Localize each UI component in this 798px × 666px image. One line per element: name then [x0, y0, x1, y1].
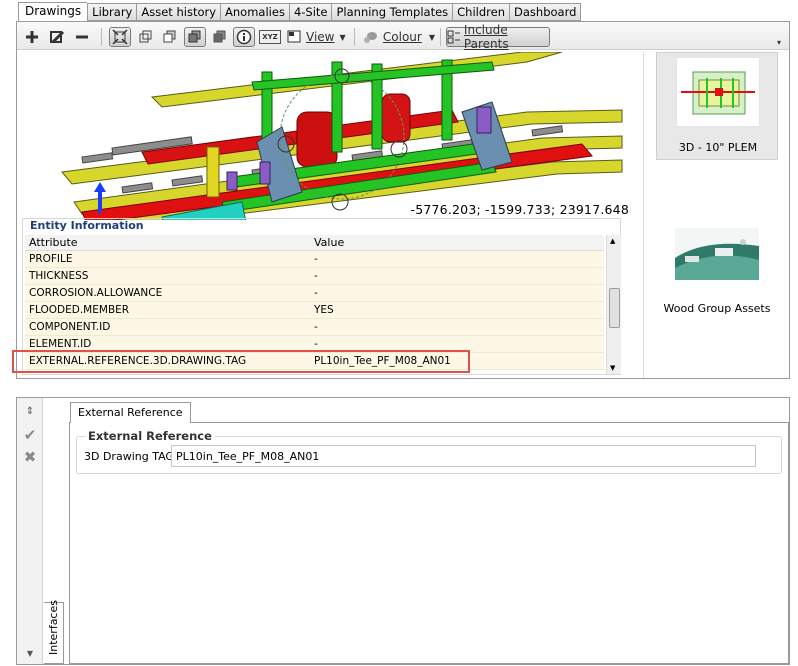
chevron-down-icon: ▼: [339, 32, 346, 42]
toolbar-separator: [354, 28, 355, 46]
close-icon[interactable]: ✖: [21, 448, 39, 466]
drawing-tag-label: 3D Drawing TAG:: [84, 450, 178, 463]
info-icon: [236, 29, 252, 45]
remove-button[interactable]: [73, 27, 91, 47]
tab-planning-templates[interactable]: Planning Templates: [331, 3, 453, 21]
fit-view-icon: [112, 29, 128, 45]
hidden-line-view-button[interactable]: [161, 27, 179, 47]
external-reference-group: External Reference 3D Drawing TAG:: [76, 429, 782, 474]
tab-dashboard[interactable]: Dashboard: [509, 3, 582, 21]
tab-external-reference[interactable]: External Reference: [70, 402, 191, 423]
attribute-cell: COMPONENT.ID: [29, 321, 111, 333]
chevron-down-icon[interactable]: ▼: [21, 644, 39, 662]
table-row[interactable]: CORROSION.ALLOWANCE -: [25, 285, 604, 302]
interfaces-tab-label: Interfaces: [47, 600, 60, 655]
tab-library[interactable]: Library: [87, 3, 137, 21]
value-cell: YES: [314, 304, 334, 316]
toolbar-overflow-chevron-icon[interactable]: ▾: [773, 32, 785, 52]
view-label: View: [306, 30, 335, 44]
attribute-cell: CORROSION.ALLOWANCE: [29, 287, 163, 299]
paint-bucket-icon: [364, 32, 377, 43]
tab-4-site[interactable]: 4-Site: [288, 3, 332, 21]
plem-3d-model: [61, 52, 623, 220]
solid-view-button[interactable]: [211, 27, 229, 47]
selection-highlight-box: [12, 350, 470, 373]
drawings-panel: XYZ View ▼ Colour ▼ Include Parents ▾ -5…: [16, 21, 790, 379]
tab-asset-history[interactable]: Asset history: [136, 3, 221, 21]
column-header-attribute[interactable]: Attribute: [25, 235, 310, 250]
value-cell: -: [314, 270, 318, 282]
check-icon[interactable]: ✔: [21, 426, 39, 444]
value-cell: -: [314, 287, 318, 299]
value-cell: -: [314, 321, 318, 333]
plus-icon: [26, 31, 38, 43]
3d-viewport[interactable]: -5776.203; -1599.733; 23917.648: [22, 52, 635, 220]
details-sidebar: ⇕ ✔ ✖ ▼: [17, 398, 43, 664]
fit-view-button[interactable]: [109, 27, 131, 47]
info-button[interactable]: [233, 27, 255, 47]
external-reference-body: External Reference 3D Drawing TAG:: [69, 422, 789, 664]
hierarchy-checklist-icon: [447, 30, 460, 44]
tab-drawings[interactable]: Drawings: [18, 2, 88, 22]
tab-children[interactable]: Children: [452, 3, 510, 21]
main-tabbar: Drawings Library Asset history Anomalies…: [18, 2, 582, 22]
scroll-up-icon[interactable]: ▲: [610, 237, 615, 245]
value-cell: -: [314, 253, 318, 265]
add-button[interactable]: [23, 27, 41, 47]
table-row[interactable]: THICKNESS -: [25, 268, 604, 285]
drawings-thumbnail-list: 3D - 10" PLEM Wood Group Assets: [643, 52, 789, 378]
tab-interfaces[interactable]: Interfaces: [44, 600, 64, 664]
cube-shaded-icon: [188, 30, 201, 43]
minus-icon: [76, 35, 88, 39]
attribute-cell: FLOODED.MEMBER: [29, 304, 130, 316]
scrollbar-thumb[interactable]: [609, 288, 620, 328]
cube-wireframe-icon: [139, 30, 152, 43]
details-panel: ⇕ ✔ ✖ ▼ Interfaces External Reference Ex…: [16, 397, 790, 665]
chevron-down-icon: ▼: [428, 32, 435, 42]
include-parents-toggle[interactable]: Include Parents: [446, 23, 550, 51]
table-row[interactable]: FLOODED.MEMBER YES: [25, 302, 604, 319]
table-row[interactable]: COMPONENT.ID -: [25, 319, 604, 336]
group-title: External Reference: [85, 429, 215, 443]
toolbar-separator: [101, 28, 102, 46]
colour-dropdown[interactable]: Colour ▼: [363, 27, 435, 47]
drawing-toolbar: XYZ View ▼ Colour ▼ Include Parents ▾: [17, 22, 789, 52]
view-dropdown[interactable]: View ▼: [287, 27, 347, 47]
toolbar-separator: [440, 28, 441, 46]
cube-solid-icon: [213, 30, 226, 43]
pencil-slash-icon: [50, 30, 65, 44]
grid-scrollbar[interactable]: ▲ ▼: [606, 235, 621, 374]
cursor-coordinates: -5776.203; -1599.733; 23917.648: [410, 202, 629, 217]
shaded-view-button[interactable]: [184, 27, 206, 47]
xyz-coordinates-button[interactable]: XYZ: [259, 30, 281, 44]
drawing-thumbnail-plem[interactable]: 3D - 10" PLEM: [656, 52, 778, 160]
grid-header: Attribute Value: [25, 235, 604, 251]
drawing-thumbnail-wood-group[interactable]: Wood Group Assets: [656, 222, 778, 330]
cube-hidden-line-icon: [163, 30, 176, 43]
drawing-tag-field[interactable]: [171, 445, 756, 467]
column-header-value[interactable]: Value: [310, 235, 604, 250]
include-parents-label: Include Parents: [463, 23, 509, 51]
entity-information-title: Entity Information: [30, 219, 144, 232]
collapse-expand-icon[interactable]: ⇕: [21, 402, 39, 420]
wireframe-view-button[interactable]: [137, 27, 155, 47]
attribute-cell: THICKNESS: [29, 270, 89, 282]
drawing-preview-image: [675, 228, 759, 280]
drawing-preview-image: [676, 57, 760, 127]
edit-button[interactable]: [47, 27, 67, 47]
table-row[interactable]: PROFILE -: [25, 251, 604, 268]
drawing-label: 3D - 10" PLEM: [678, 141, 758, 154]
drawing-label: Wood Group Assets: [663, 302, 771, 315]
view-icon: [287, 30, 301, 43]
tab-anomalies[interactable]: Anomalies: [220, 3, 289, 21]
scroll-down-icon[interactable]: ▼: [610, 364, 615, 372]
colour-label: Colour: [382, 30, 422, 44]
attribute-cell: PROFILE: [29, 253, 73, 265]
